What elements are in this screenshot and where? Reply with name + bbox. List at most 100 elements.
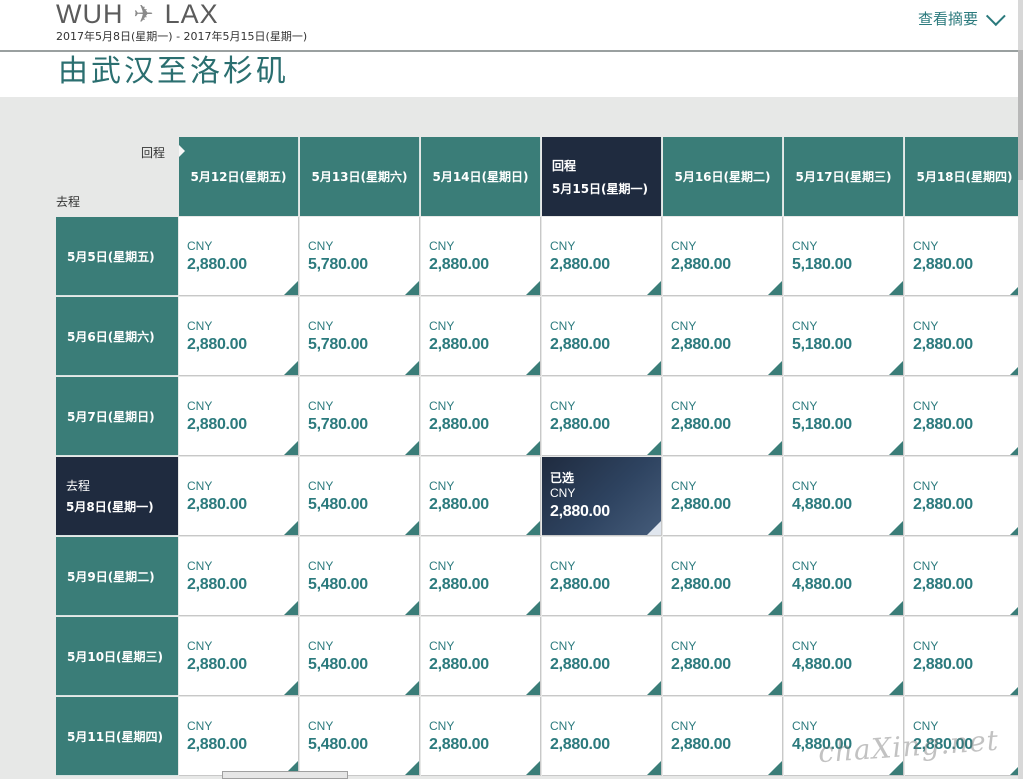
fare-cell[interactable]: CNY 2,880.00 [905, 297, 1023, 376]
currency-label: CNY [671, 399, 697, 413]
fare-cell[interactable]: CNY 4,880.00 [784, 617, 904, 696]
fare-cell[interactable]: CNY 2,880.00 [542, 297, 662, 376]
fare-cell[interactable]: CNY 5,180.00 [784, 217, 904, 296]
fare-cell[interactable]: CNY 2,880.00 [905, 217, 1023, 296]
fare-cell[interactable]: CNY 5,180.00 [784, 377, 904, 456]
fare-cell[interactable]: CNY 4,880.00 [784, 697, 904, 776]
fare-cell[interactable]: CNY 2,880.00 [663, 697, 783, 776]
view-summary-button[interactable]: 查看摘要 [918, 5, 1006, 29]
currency-label: CNY [671, 639, 697, 653]
currency-label: CNY [429, 639, 455, 653]
fare-cell[interactable]: CNY 5,780.00 [300, 297, 420, 376]
fare-cell[interactable]: CNY 5,480.00 [300, 697, 420, 776]
fare-cell[interactable]: CNY 2,880.00 [905, 617, 1023, 696]
return-date-label: 5月13日(星期六) [311, 170, 408, 184]
fare-cell[interactable]: CNY 2,880.00 [421, 537, 541, 616]
fare-cell[interactable]: CNY 2,880.00 [905, 377, 1023, 456]
currency-label: CNY [550, 719, 576, 733]
corner-triangle-icon [647, 601, 661, 615]
fare-cell[interactable]: CNY 2,880.00 [905, 537, 1023, 616]
fare-cell[interactable]: CNY 2,880.00 [421, 377, 541, 456]
currency-label: CNY [187, 719, 213, 733]
currency-label: CNY [913, 559, 939, 573]
fare-cell[interactable]: CNY 2,880.00 [663, 617, 783, 696]
depart-axis-label: 去程 [56, 195, 81, 209]
fare-cell[interactable]: CNY 2,880.00 [542, 377, 662, 456]
fare-cell[interactable]: CNY 2,880.00 [421, 617, 541, 696]
fare-price: 2,880.00 [187, 576, 247, 593]
fare-cell[interactable]: CNY 2,880.00 [421, 697, 541, 776]
fare-cell[interactable]: CNY 2,880.00 [663, 297, 783, 376]
fare-cell[interactable]: CNY 2,880.00 [905, 697, 1023, 776]
fare-cell[interactable]: CNY 2,880.00 [179, 697, 299, 776]
currency-label: CNY [550, 486, 576, 500]
return-date-header[interactable]: 5月12日(星期五) [179, 137, 299, 216]
fare-price: 2,880.00 [550, 503, 610, 520]
return-date-header[interactable]: 5月17日(星期三) [784, 137, 904, 216]
fare-cell[interactable]: CNY 2,880.00 [542, 617, 662, 696]
currency-label: CNY [187, 319, 213, 333]
fare-cell[interactable]: CNY 2,880.00 [542, 697, 662, 776]
vertical-scrollbar[interactable] [1018, 0, 1023, 779]
corner-triangle-icon [647, 761, 661, 775]
fare-cell[interactable]: CNY 5,480.00 [300, 617, 420, 696]
fare-cell[interactable]: CNY 2,880.00 [905, 457, 1023, 536]
fare-cell[interactable]: CNY 5,780.00 [300, 377, 420, 456]
corner-triangle-icon [526, 601, 540, 615]
airplane-icon: ✈ [133, 0, 155, 28]
fare-cell[interactable]: CNY 5,780.00 [300, 217, 420, 296]
fare-cell[interactable]: CNY 2,880.00 [663, 537, 783, 616]
depart-date-header[interactable]: 5月5日(星期五) [56, 217, 178, 296]
fare-cell[interactable]: CNY 2,880.00 [663, 217, 783, 296]
fare-cell[interactable]: CNY 5,180.00 [784, 297, 904, 376]
fare-price: 2,880.00 [550, 256, 610, 273]
fare-cell[interactable]: CNY 2,880.00 [542, 217, 662, 296]
depart-date-header[interactable]: 5月10日(星期三) [56, 617, 178, 696]
fare-cell[interactable]: CNY 2,880.00 [663, 377, 783, 456]
depart-date-label: 5月8日(星期一) [66, 500, 154, 514]
fare-cell[interactable]: CNY 5,480.00 [300, 537, 420, 616]
fare-price: 5,780.00 [308, 256, 368, 273]
corner-triangle-icon [647, 441, 661, 455]
corner-triangle-icon [526, 681, 540, 695]
depart-date-label: 5月5日(星期五) [67, 249, 155, 264]
fare-cell[interactable]: CNY 2,880.00 [421, 297, 541, 376]
scrollbar-thumb[interactable] [1018, 50, 1023, 180]
depart-date-header[interactable]: 5月11日(星期四) [56, 697, 178, 776]
return-date-header[interactable]: 回程 5月15日(星期一) [542, 137, 662, 216]
fare-cell[interactable]: CNY 2,880.00 [663, 457, 783, 536]
fare-cell[interactable]: CNY 2,880.00 [179, 617, 299, 696]
fare-cell[interactable]: CNY 2,880.00 [421, 457, 541, 536]
depart-date-header[interactable]: 去程 5月8日(星期一) [56, 457, 178, 536]
fare-cell[interactable]: CNY 2,880.00 [542, 537, 662, 616]
fare-cell[interactable]: CNY 2,880.00 [179, 537, 299, 616]
fare-cell[interactable]: CNY 2,880.00 [421, 217, 541, 296]
return-date-header[interactable]: 5月14日(星期日) [421, 137, 541, 216]
return-date-header[interactable]: 5月13日(星期六) [300, 137, 420, 216]
fare-cell[interactable]: CNY 4,880.00 [784, 457, 904, 536]
depart-date-header[interactable]: 5月9日(星期二) [56, 537, 178, 616]
fare-cell[interactable]: CNY 5,480.00 [300, 457, 420, 536]
depart-date-label: 5月10日(星期三) [67, 649, 164, 664]
currency-label: CNY [913, 319, 939, 333]
fare-cell[interactable]: CNY 2,880.00 [179, 217, 299, 296]
fare-price: 2,880.00 [187, 256, 247, 273]
corner-triangle-icon [768, 681, 782, 695]
return-date-header[interactable]: 5月18日(星期四) [905, 137, 1023, 216]
fare-price: 5,180.00 [792, 416, 852, 433]
fare-cell[interactable]: CNY 2,880.00 [179, 457, 299, 536]
fare-cell[interactable]: CNY 2,880.00 [179, 377, 299, 456]
currency-label: CNY [913, 479, 939, 493]
depart-date-header[interactable]: 5月7日(星期日) [56, 377, 178, 456]
fare-cell[interactable]: CNY 2,880.00 [179, 297, 299, 376]
corner-triangle-icon [405, 761, 419, 775]
return-date-label: 5月16日(星期二) [674, 170, 771, 184]
return-date-header[interactable]: 5月16日(星期二) [663, 137, 783, 216]
corner-triangle-icon [405, 521, 419, 535]
depart-date-header[interactable]: 5月6日(星期六) [56, 297, 178, 376]
corner-triangle-icon [889, 441, 903, 455]
fare-cell-selected[interactable]: 已选 CNY 2,880.00 [542, 457, 662, 536]
fare-cell[interactable]: CNY 4,880.00 [784, 537, 904, 616]
corner-triangle-icon [284, 521, 298, 535]
corner-triangle-icon [768, 601, 782, 615]
